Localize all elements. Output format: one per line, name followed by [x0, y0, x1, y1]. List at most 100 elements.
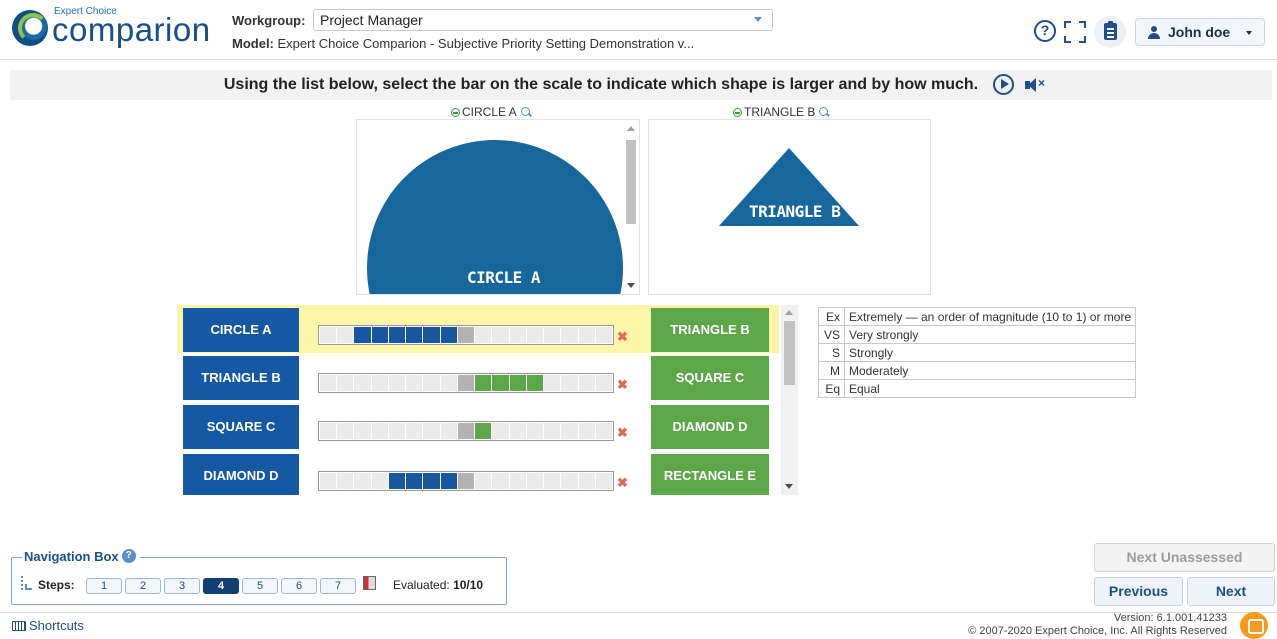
collapse-icon[interactable]	[733, 108, 742, 117]
zoom-icon[interactable]	[819, 107, 829, 116]
scale-cell[interactable]	[578, 473, 595, 489]
scale-cell[interactable]	[509, 375, 526, 391]
scale-cell[interactable]	[423, 473, 440, 489]
clear-judgment-icon[interactable]: ✖	[617, 330, 628, 343]
step-button[interactable]: 2	[125, 578, 161, 594]
judgment-scale[interactable]	[318, 373, 614, 393]
scale-cell[interactable]	[337, 375, 354, 391]
step-button[interactable]: 3	[164, 578, 200, 594]
scale-cell[interactable]	[440, 327, 457, 343]
step-button[interactable]: 7	[320, 578, 356, 594]
clear-judgment-icon[interactable]: ✖	[617, 476, 628, 489]
help-icon[interactable]: ?	[1034, 20, 1056, 42]
judgment-scale[interactable]	[318, 471, 614, 491]
right-item-button[interactable]: SQUARE C	[651, 356, 769, 400]
scale-cell[interactable]	[371, 375, 388, 391]
scale-cell[interactable]	[423, 375, 440, 391]
comparison-scrollbar[interactable]	[781, 305, 798, 495]
left-item-button[interactable]: SQUARE C	[183, 405, 299, 449]
scale-cell[interactable]	[475, 375, 492, 391]
scroll-down-icon[interactable]	[785, 484, 793, 489]
mute-icon[interactable]: ×	[1025, 76, 1049, 92]
scale-cell[interactable]	[388, 473, 406, 489]
scale-cell[interactable]	[544, 473, 561, 489]
scale-cell[interactable]	[526, 375, 544, 391]
help-icon[interactable]: ?	[121, 549, 136, 563]
scale-cell[interactable]	[561, 423, 578, 439]
scale-cell[interactable]	[457, 375, 475, 391]
zoom-icon[interactable]	[520, 107, 530, 116]
scale-cell[interactable]	[544, 327, 561, 343]
play-icon[interactable]	[993, 74, 1014, 95]
next-button[interactable]: Next	[1187, 577, 1275, 606]
scale-cell[interactable]	[492, 327, 509, 343]
scale-cell[interactable]	[595, 375, 612, 391]
scale-cell[interactable]	[578, 375, 595, 391]
comparison-row[interactable]: SQUARE C ✖ DIAMOND D	[177, 402, 779, 450]
scale-cell[interactable]	[440, 375, 457, 391]
scale-cell[interactable]	[492, 423, 509, 439]
hierarchy-icon[interactable]	[21, 576, 32, 590]
scale-cell[interactable]	[406, 327, 423, 343]
scale-cell[interactable]	[595, 327, 612, 343]
evaluation-grid-icon[interactable]	[363, 576, 376, 590]
comparison-row[interactable]: DIAMOND D ✖ RECTANGLE E	[177, 451, 779, 495]
clear-judgment-icon[interactable]: ✖	[617, 426, 628, 439]
judgment-scale[interactable]	[318, 325, 614, 345]
right-item-button[interactable]: RECTANGLE E	[651, 454, 769, 495]
scroll-thumb[interactable]	[784, 321, 795, 385]
scale-cell[interactable]	[406, 423, 423, 439]
judgment-scale[interactable]	[318, 421, 614, 441]
scale-cell[interactable]	[509, 327, 526, 343]
right-item-button[interactable]: TRIANGLE B	[651, 308, 769, 352]
scale-cell[interactable]	[371, 327, 388, 343]
collapse-icon[interactable]	[451, 108, 460, 117]
scale-cell[interactable]	[388, 423, 406, 439]
scroll-up-icon[interactable]	[785, 310, 793, 315]
left-item-button[interactable]: DIAMOND D	[183, 454, 299, 495]
previous-button[interactable]: Previous	[1094, 577, 1183, 606]
step-button-active[interactable]: 4	[203, 578, 239, 594]
scale-cell[interactable]	[561, 327, 578, 343]
scale-cell[interactable]	[354, 473, 371, 489]
step-button[interactable]: 1	[86, 578, 122, 594]
scale-cell[interactable]	[423, 327, 440, 343]
comparison-row[interactable]: CIRCLE A ✖ TRIANGLE B	[177, 305, 779, 353]
chat-icon[interactable]	[1240, 612, 1268, 639]
shortcuts-link[interactable]: Shortcuts	[12, 618, 84, 633]
scale-cell[interactable]	[509, 423, 526, 439]
panel-scrollbar[interactable]	[623, 120, 639, 294]
step-button[interactable]: 6	[281, 578, 317, 594]
scale-cell[interactable]	[526, 327, 544, 343]
scale-cell[interactable]	[320, 327, 337, 343]
left-item-button[interactable]: CIRCLE A	[183, 308, 299, 352]
comparion-logo[interactable]: Expert Choice comparion	[12, 6, 210, 50]
scale-cell[interactable]	[457, 327, 475, 343]
scale-cell[interactable]	[440, 473, 457, 489]
scale-cell[interactable]	[354, 327, 371, 343]
scale-cell[interactable]	[475, 423, 492, 439]
scale-cell[interactable]	[371, 423, 388, 439]
scale-cell[interactable]	[544, 375, 561, 391]
scale-cell[interactable]	[406, 473, 423, 489]
comparison-row[interactable]: TRIANGLE B ✖ SQUARE C	[177, 353, 779, 401]
scale-cell[interactable]	[388, 327, 406, 343]
workgroup-select[interactable]: Project Manager	[313, 9, 773, 31]
scale-cell[interactable]	[320, 473, 337, 489]
scale-cell[interactable]	[320, 423, 337, 439]
scale-cell[interactable]	[475, 327, 492, 343]
scale-cell[interactable]	[337, 423, 354, 439]
scale-cell[interactable]	[457, 423, 475, 439]
scale-cell[interactable]	[595, 473, 612, 489]
scale-cell[interactable]	[354, 423, 371, 439]
scale-cell[interactable]	[354, 375, 371, 391]
scale-cell[interactable]	[578, 327, 595, 343]
scale-cell[interactable]	[320, 375, 337, 391]
scale-cell[interactable]	[371, 473, 388, 489]
step-button[interactable]: 5	[242, 578, 278, 594]
scale-cell[interactable]	[492, 375, 509, 391]
scroll-up-icon[interactable]	[627, 126, 635, 131]
user-menu-button[interactable]: John doe	[1135, 18, 1265, 46]
scale-cell[interactable]	[457, 473, 475, 489]
scale-cell[interactable]	[578, 423, 595, 439]
